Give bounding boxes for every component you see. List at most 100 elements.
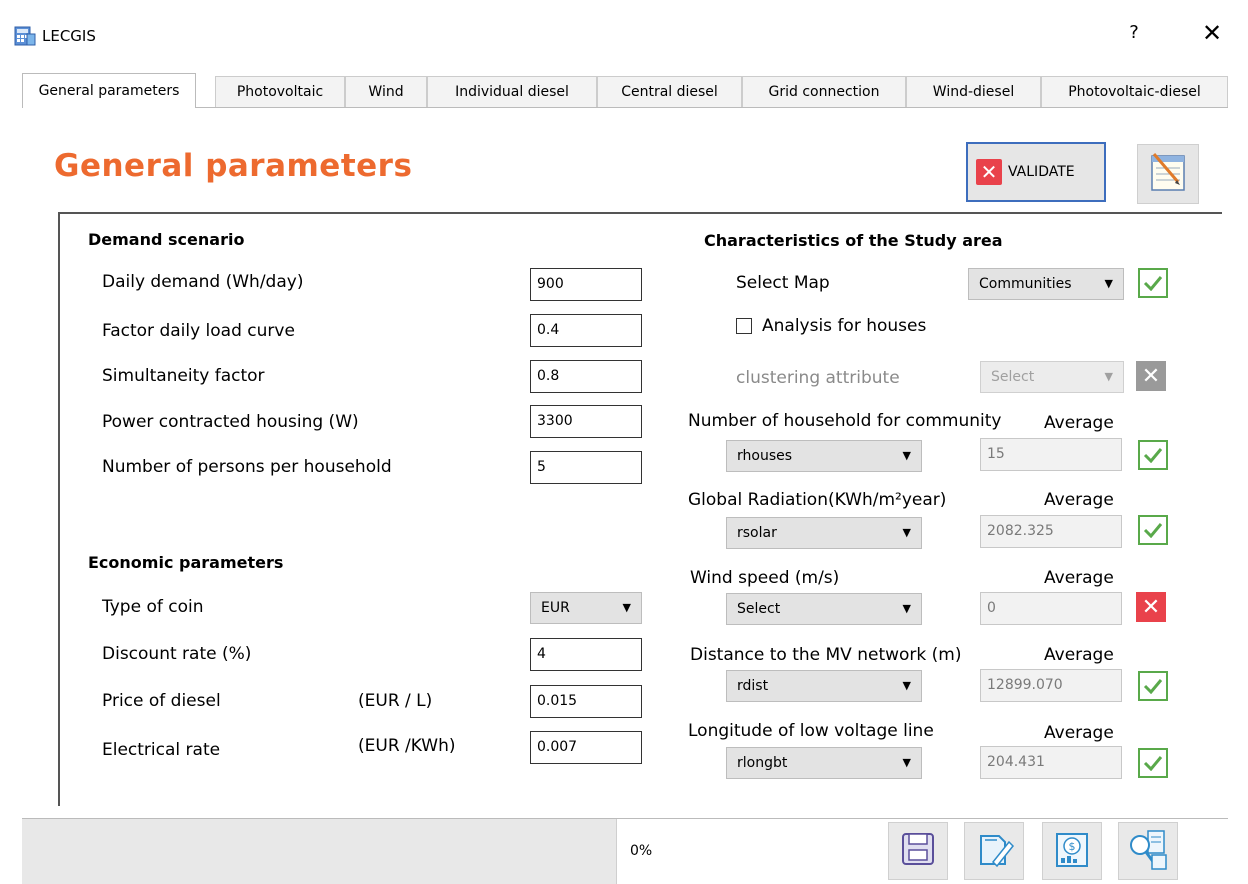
wind-average-value: 0 — [980, 592, 1122, 625]
wind-speed-label: Wind speed (m/s) — [690, 568, 840, 588]
lv-line-ok-icon — [1138, 748, 1168, 778]
diesel-price-input[interactable]: 0.015 — [530, 685, 642, 718]
persons-per-household-input[interactable]: 5 — [530, 451, 642, 484]
select-map-dropdown[interactable]: Communities ▼ — [968, 268, 1124, 300]
daily-demand-input[interactable]: 900 — [530, 268, 642, 301]
tab-wind[interactable]: Wind — [345, 76, 427, 107]
wind-average-label: Average — [1044, 568, 1114, 588]
status-bar: 0% $ — [22, 818, 1228, 884]
window-title: LECGIS — [42, 27, 96, 45]
coin-type-label: Type of coin — [102, 597, 204, 617]
mv-distance-label: Distance to the MV network (m) — [690, 645, 962, 665]
app-icon — [14, 26, 36, 46]
load-curve-factor-label: Factor daily load curve — [102, 321, 295, 341]
lv-line-layer-value: rlongbt — [737, 755, 788, 771]
notes-button[interactable] — [1137, 144, 1199, 204]
chevron-down-icon: ▼ — [1104, 277, 1113, 290]
global-radiation-label: Global Radiation(KWh/m²year) — [688, 490, 947, 510]
save-icon — [898, 829, 938, 873]
edit-document-icon — [973, 828, 1015, 874]
lv-line-length-label: Longitude of low voltage line — [688, 721, 934, 741]
wind-error-icon: ✕ — [1136, 592, 1166, 622]
tab-general-parameters[interactable]: General parameters — [22, 73, 196, 108]
tab-photovoltaic-diesel[interactable]: Photovoltaic-diesel — [1041, 76, 1228, 107]
lv-line-average-value: 204.431 — [980, 746, 1122, 779]
save-button[interactable] — [888, 822, 948, 880]
lv-line-layer-dropdown[interactable]: rlongbt ▼ — [726, 747, 922, 779]
select-map-value: Communities — [979, 276, 1072, 292]
tab-grid-connection[interactable]: Grid connection — [742, 76, 906, 107]
diesel-price-unit: (EUR / L) — [358, 691, 433, 711]
tab-wind-diesel[interactable]: Wind-diesel — [906, 76, 1041, 107]
persons-per-household-label: Number of persons per household — [102, 457, 392, 477]
validate-button[interactable]: ✕ VALIDATE — [966, 142, 1106, 202]
mv-distance-layer-dropdown[interactable]: rdist ▼ — [726, 670, 922, 702]
tab-photovoltaic[interactable]: Photovoltaic — [215, 76, 345, 107]
chevron-down-icon: ▼ — [902, 602, 911, 615]
household-layer-dropdown[interactable]: rhouses ▼ — [726, 440, 922, 472]
discount-rate-label: Discount rate (%) — [102, 644, 252, 664]
title-bar: LECGIS ? ✕ — [0, 0, 1248, 66]
lv-line-average-label: Average — [1044, 723, 1114, 743]
analysis-houses-checkbox[interactable] — [736, 318, 752, 334]
simultaneity-factor-label: Simultaneity factor — [102, 366, 265, 386]
status-message-field — [22, 819, 617, 884]
page-title: General parameters — [54, 148, 413, 184]
household-average-value: 15 — [980, 438, 1122, 471]
search-report-button[interactable] — [1118, 822, 1178, 880]
svg-text:$: $ — [1069, 840, 1076, 853]
chevron-down-icon: ▼ — [902, 679, 911, 692]
validate-label: VALIDATE — [1008, 164, 1075, 180]
radiation-average-value: 2082.325 — [980, 515, 1122, 548]
mv-distance-ok-icon — [1138, 671, 1168, 701]
chevron-down-icon: ▼ — [902, 526, 911, 539]
mv-distance-layer-value: rdist — [737, 678, 769, 694]
tab-central-diesel[interactable]: Central diesel — [597, 76, 742, 107]
household-count-label: Number of household for community — [688, 411, 1002, 431]
discount-rate-input[interactable]: 4 — [530, 638, 642, 671]
load-curve-factor-input[interactable]: 0.4 — [530, 314, 642, 347]
progress-percentage: 0% — [630, 843, 653, 859]
help-button[interactable]: ? — [1122, 22, 1146, 43]
close-button[interactable]: ✕ — [1198, 19, 1226, 47]
clustering-attribute-label: clustering attribute — [736, 368, 900, 388]
diesel-price-label: Price of diesel — [102, 691, 221, 711]
cost-report-button[interactable]: $ — [1042, 822, 1102, 880]
simultaneity-factor-input[interactable]: 0.8 — [530, 360, 642, 393]
clustering-disabled-icon: ✕ — [1136, 361, 1166, 391]
household-average-label: Average — [1044, 413, 1114, 433]
electrical-rate-input[interactable]: 0.007 — [530, 731, 642, 764]
notepad-icon — [1146, 150, 1190, 198]
household-layer-value: rhouses — [737, 448, 793, 464]
chevron-down-icon: ▼ — [622, 601, 631, 614]
radiation-ok-icon — [1138, 515, 1168, 545]
mv-distance-average-value: 12899.070 — [980, 669, 1122, 702]
chevron-down-icon: ▼ — [1104, 370, 1113, 383]
power-contracted-input[interactable]: 3300 — [530, 405, 642, 438]
wind-layer-value: Select — [737, 601, 781, 617]
radiation-average-label: Average — [1044, 490, 1114, 510]
demand-heading: Demand scenario — [88, 230, 245, 249]
mv-distance-average-label: Average — [1044, 645, 1114, 665]
radiation-layer-dropdown[interactable]: rsolar ▼ — [726, 517, 922, 549]
wind-layer-dropdown[interactable]: Select ▼ — [726, 593, 922, 625]
electrical-rate-unit: (EUR /KWh) — [358, 736, 456, 756]
error-icon: ✕ — [976, 159, 1002, 185]
radiation-layer-value: rsolar — [737, 525, 777, 541]
daily-demand-label: Daily demand (Wh/day) — [102, 272, 304, 292]
select-map-ok-icon — [1138, 268, 1168, 298]
clustering-attribute-value: Select — [991, 369, 1035, 385]
household-ok-icon — [1138, 440, 1168, 470]
clustering-attribute-dropdown[interactable]: Select ▼ — [980, 361, 1124, 393]
chevron-down-icon: ▼ — [902, 756, 911, 769]
select-map-label: Select Map — [736, 273, 830, 293]
study-area-heading: Characteristics of the Study area — [704, 231, 1003, 250]
power-contracted-label: Power contracted housing (W) — [102, 412, 359, 432]
tab-individual-diesel[interactable]: Individual diesel — [427, 76, 597, 107]
cost-report-icon: $ — [1051, 828, 1093, 874]
chevron-down-icon: ▼ — [902, 449, 911, 462]
coin-type-value: EUR — [541, 600, 570, 616]
electrical-rate-label: Electrical rate — [102, 740, 221, 760]
coin-type-select[interactable]: EUR ▼ — [530, 592, 642, 624]
edit-document-button[interactable] — [964, 822, 1024, 880]
